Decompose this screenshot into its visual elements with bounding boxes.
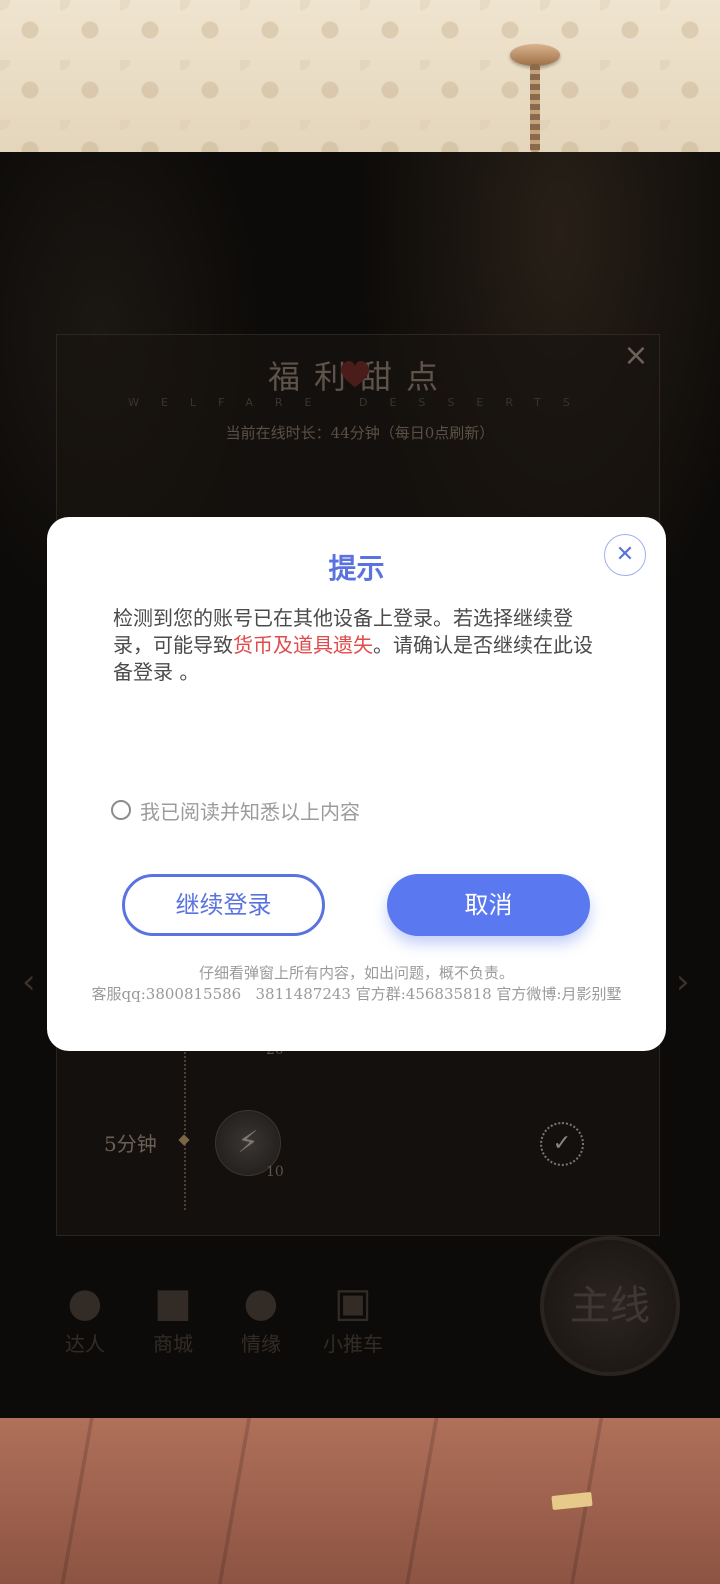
close-icon[interactable]: ✕ bbox=[604, 534, 646, 576]
right-arrow-icon[interactable]: › bbox=[676, 962, 690, 1002]
cart-icon: ▣ bbox=[334, 1280, 372, 1326]
shopping-bag-icon: ■ bbox=[154, 1280, 192, 1326]
welfare-subtitle: WELFARE DESSERTS bbox=[128, 396, 592, 409]
cancel-button[interactable]: 取消 bbox=[387, 874, 590, 936]
dialog-title: 提示 bbox=[328, 553, 385, 584]
nav-item-mall[interactable]: ■ 商城 bbox=[138, 1278, 208, 1357]
left-arrow-icon[interactable]: ‹ bbox=[22, 962, 36, 1002]
dialog-message: 检测到您的账号已在其他设备上登录。若选择继续登录，可能导致货币及道具遗失。请确认… bbox=[113, 605, 603, 686]
nav-item-cart[interactable]: ▣ 小推车 bbox=[318, 1278, 388, 1357]
continue-login-button[interactable]: 继续登录 bbox=[122, 874, 325, 936]
progress-track bbox=[184, 1040, 186, 1210]
nav-item-talent[interactable]: ● 达人 bbox=[50, 1278, 120, 1357]
login-warning-dialog: 提示 ✕ 检测到您的账号已在其他设备上登录。若选择继续登录，可能导致货币及道具遗… bbox=[47, 517, 666, 1051]
character-icon: ● bbox=[243, 1280, 279, 1326]
wallpaper-background bbox=[0, 0, 720, 152]
main-story-button[interactable]: 主线 bbox=[540, 1236, 680, 1376]
acknowledge-label[interactable]: 我已阅读并知悉以上内容 bbox=[140, 796, 360, 825]
welfare-item-label: 5分钟 bbox=[104, 1132, 157, 1156]
chandelier-mount bbox=[510, 44, 560, 66]
wooden-floor bbox=[0, 1418, 720, 1584]
nav-label: 达人 bbox=[65, 1332, 105, 1356]
contact-info: 客服qq:3800815586 3811487243 官方群:456835818… bbox=[91, 985, 622, 1003]
acknowledge-checkbox-row[interactable]: 我已阅读并知悉以上内容 bbox=[111, 796, 360, 825]
online-duration: 当前在线时长：44分钟（每日0点刷新） bbox=[225, 424, 495, 442]
nav-label: 小推车 bbox=[323, 1332, 383, 1356]
claimed-check-icon[interactable]: ✓ bbox=[540, 1122, 584, 1166]
nav-item-romance[interactable]: ● 情缘 bbox=[226, 1278, 296, 1357]
acknowledge-radio[interactable] bbox=[111, 800, 131, 820]
disclaimer-text: 仔细看弹窗上所有内容，如出问题，概不负责。 bbox=[198, 964, 514, 982]
warning-text: 货币及道具遗失 bbox=[233, 633, 373, 657]
chandelier-chain bbox=[530, 64, 540, 152]
nav-label: 情缘 bbox=[241, 1332, 281, 1356]
heart-icon bbox=[340, 361, 370, 388]
nav-label: 商城 bbox=[153, 1332, 193, 1356]
person-icon: ● bbox=[67, 1280, 103, 1326]
reward-value-bottom: 10 bbox=[266, 1164, 284, 1180]
